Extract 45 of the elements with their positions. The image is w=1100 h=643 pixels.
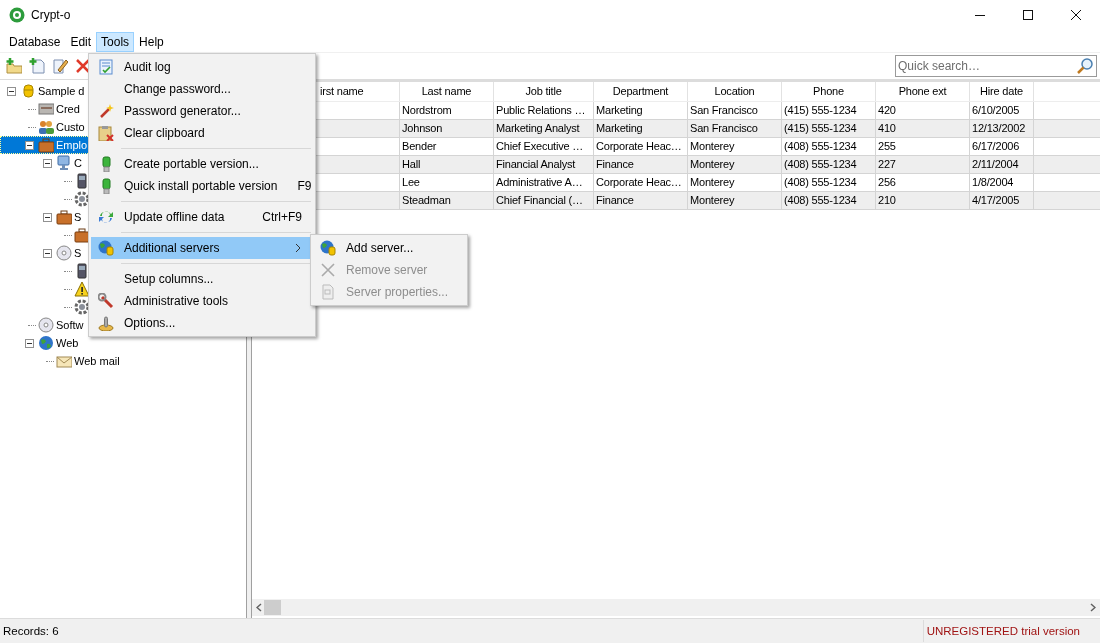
table-cell: 1/8/2004: [972, 176, 1014, 188]
table-cell: Marketing: [596, 122, 643, 134]
table-cell: (408) 555-1234: [784, 140, 857, 152]
table-cell: 420: [878, 104, 896, 116]
table-cell: Monterey: [690, 140, 735, 152]
table-cell: Chief Executive …: [496, 140, 584, 152]
table-cell: Monterey: [690, 194, 735, 206]
table-cell: Nordstrom: [402, 104, 452, 116]
table-cell: Johnson: [402, 122, 443, 134]
table-cell: 410: [878, 122, 896, 134]
table-cell: Bender: [402, 140, 437, 152]
table-cell: Financial Analyst: [496, 158, 576, 170]
table-cell: Finance: [596, 194, 634, 206]
table-cell: (408) 555-1234: [784, 158, 857, 170]
table-cell: 6/10/2005: [972, 104, 1020, 116]
table-cell: (415) 555-1234: [784, 104, 857, 116]
table-cell: Monterey: [690, 176, 735, 188]
table-cell: (408) 555-1234: [784, 176, 857, 188]
table-cell: 227: [878, 158, 896, 170]
table-cell: San Francisco: [690, 104, 758, 116]
table-cell: Hall: [402, 158, 421, 170]
table-cell: Lee: [402, 176, 420, 188]
table-cell: 2/11/2004: [972, 158, 1019, 170]
table-cell: 210: [878, 194, 896, 206]
table-cell: Steadman: [402, 194, 451, 206]
license-status: UNREGISTERED trial version: [922, 620, 1100, 642]
table-cell: 255: [878, 140, 896, 152]
window-title: Crypt-o: [31, 8, 71, 22]
table-cell: (415) 555-1234: [784, 122, 857, 134]
record-count: Records: 6: [2, 625, 59, 637]
table-cell: Marketing Analyst: [496, 122, 580, 134]
table-cell: 4/17/2005: [972, 194, 1020, 206]
table-cell: 256: [878, 176, 896, 188]
table-cell: Administrative A…: [496, 176, 583, 188]
table-cell: Corporate Heac…: [596, 176, 682, 188]
table-cell: Monterey: [690, 158, 735, 170]
table-cell: Marketing: [596, 104, 643, 116]
table-cell: San Francisco: [690, 122, 758, 134]
table-cell: Corporate Heac…: [596, 140, 682, 152]
table-cell: (408) 555-1234: [784, 194, 857, 206]
table-cell: 12/13/2002: [972, 122, 1026, 134]
table-cell: Finance: [596, 158, 634, 170]
table-cell: 6/17/2006: [972, 140, 1020, 152]
table-cell: Chief Financial (…: [496, 194, 583, 206]
table-cell: Public Relations …: [496, 104, 586, 116]
